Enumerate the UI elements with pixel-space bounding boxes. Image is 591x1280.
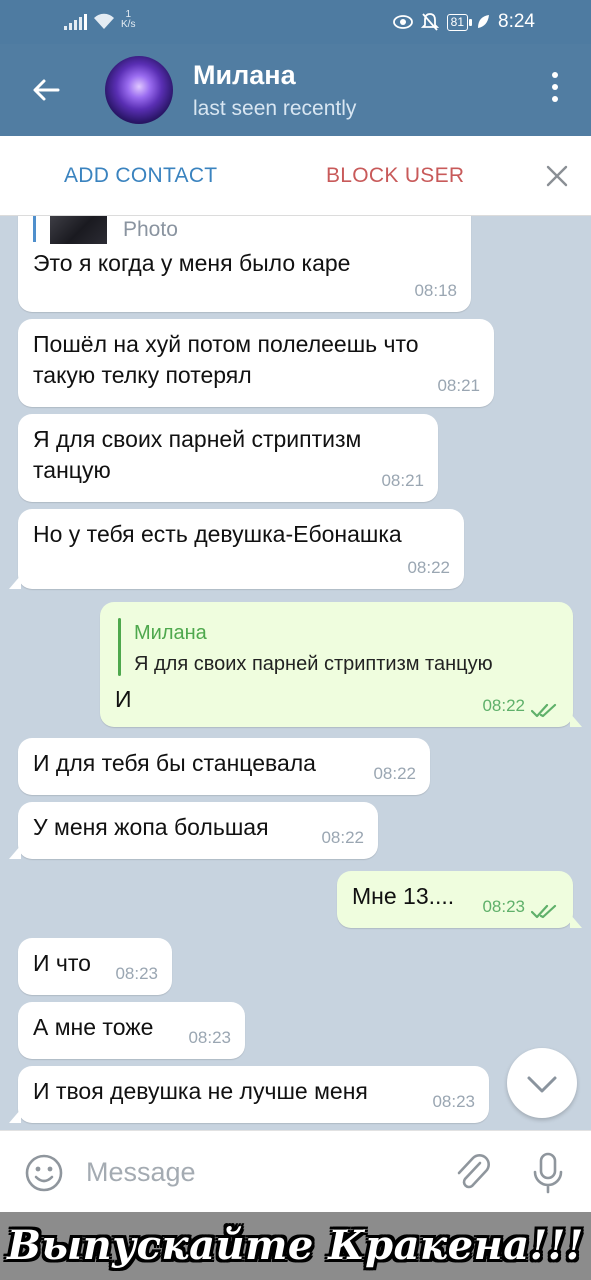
message-text: И bbox=[115, 686, 132, 712]
message-time: 08:21 bbox=[381, 471, 424, 490]
meme-caption: Выпускайте Кракена!!! bbox=[7, 1222, 584, 1269]
signal-icon bbox=[64, 14, 87, 30]
reply-quote-bar bbox=[33, 216, 36, 242]
message-text: И что bbox=[33, 950, 91, 976]
contact-name[interactable]: Милана bbox=[193, 60, 296, 91]
microphone-icon[interactable] bbox=[530, 1151, 566, 1195]
chat-messages[interactable]: Милана Photo Это я когда у меня было кар… bbox=[0, 216, 591, 1130]
message-incoming[interactable]: А мне тоже 08:23 bbox=[18, 1002, 245, 1059]
message-time: 08:22 bbox=[373, 764, 416, 783]
double-check-icon bbox=[531, 904, 557, 919]
paperclip-icon[interactable] bbox=[452, 1151, 492, 1193]
eye-icon bbox=[392, 15, 413, 29]
wifi-icon bbox=[94, 13, 114, 29]
message-text: И твоя девушка не лучше меня bbox=[33, 1078, 368, 1104]
message-time: 08:18 bbox=[414, 281, 457, 300]
arrow-left-icon[interactable] bbox=[30, 74, 62, 106]
message-outgoing[interactable]: Милана Я для своих парней стриптизм танц… bbox=[100, 602, 582, 727]
chevron-down-icon bbox=[527, 1076, 557, 1093]
more-vertical-icon[interactable] bbox=[549, 72, 561, 108]
double-check-icon bbox=[531, 703, 557, 718]
message-line: такую телку потерял bbox=[33, 362, 252, 388]
contact-status: last seen recently bbox=[193, 97, 357, 120]
add-contact-button[interactable]: ADD CONTACT bbox=[64, 164, 217, 188]
message-time: 08:22 bbox=[321, 828, 364, 847]
message-incoming[interactable]: И твоя девушка не лучше меня 08:23 bbox=[9, 1066, 489, 1123]
status-time: 8:24 bbox=[498, 11, 535, 32]
message-time: 08:23 bbox=[432, 1092, 475, 1111]
message-input[interactable] bbox=[86, 1151, 426, 1193]
action-bar: ADD CONTACT BLOCK USER bbox=[0, 136, 591, 216]
message-composer bbox=[0, 1130, 591, 1212]
leaf-icon bbox=[478, 15, 490, 28]
close-icon[interactable] bbox=[545, 164, 569, 188]
message-text: Я для своих парней стриптизм танцую bbox=[33, 424, 361, 486]
message-text: И для тебя бы станцевала bbox=[33, 750, 316, 776]
message-incoming[interactable]: Я для своих парней стриптизм танцую 08:2… bbox=[18, 414, 438, 502]
message-text: Но у тебя есть девушка-Ебонашка bbox=[33, 521, 402, 547]
reply-preview: Photo bbox=[123, 218, 178, 241]
block-user-button[interactable]: BLOCK USER bbox=[326, 164, 464, 188]
message-line: танцую bbox=[33, 457, 111, 483]
message-time: 08:22 bbox=[407, 558, 450, 577]
battery-indicator: 81 bbox=[446, 13, 473, 31]
message-outgoing[interactable]: Мне 13.... 08:23 bbox=[337, 871, 582, 928]
chat-header: Милана last seen recently bbox=[0, 44, 591, 136]
message-text: У меня жопа большая bbox=[33, 814, 269, 840]
status-bar-right: 81 8:24 bbox=[392, 11, 535, 33]
message-time: 08:23 bbox=[115, 964, 158, 983]
message-incoming[interactable]: И что 08:23 bbox=[18, 938, 172, 995]
reply-quote-bar bbox=[118, 618, 121, 676]
smile-icon[interactable] bbox=[24, 1153, 64, 1193]
message-incoming[interactable]: И для тебя бы станцевала 08:22 bbox=[18, 738, 430, 795]
reply-photo-thumbnail bbox=[50, 216, 107, 244]
network-speed: 1 K/s bbox=[121, 9, 136, 30]
message-time: 08:23 bbox=[188, 1028, 231, 1047]
message-line: Пошёл на хуй потом полелеешь что bbox=[33, 331, 419, 357]
message-time: 08:21 bbox=[437, 376, 480, 395]
reply-author: Милана bbox=[134, 622, 207, 644]
message-incoming[interactable]: Милана Photo Это я когда у меня было кар… bbox=[18, 216, 471, 312]
avatar[interactable] bbox=[105, 56, 173, 124]
message-line: Я для своих парней стриптизм bbox=[33, 426, 362, 452]
message-incoming[interactable]: Но у тебя есть девушка-Ебонашка 08:22 bbox=[9, 509, 464, 589]
status-bar: 1 K/s 81 8:24 bbox=[0, 0, 591, 44]
message-text: А мне тоже bbox=[33, 1014, 154, 1040]
message-incoming[interactable]: Пошёл на хуй потом полелеешь что такую т… bbox=[18, 319, 494, 407]
message-incoming[interactable]: У меня жопа большая 08:22 bbox=[9, 802, 378, 859]
message-text: Мне 13.... bbox=[352, 883, 455, 909]
status-bar-left: 1 K/s bbox=[64, 10, 135, 30]
scroll-down-button[interactable] bbox=[507, 1048, 577, 1118]
message-text: Это я когда у меня было каре bbox=[33, 250, 351, 276]
mute-bell-icon bbox=[420, 13, 439, 31]
reply-preview: Я для своих парней стриптизм танцую bbox=[134, 653, 493, 675]
message-time: 08:23 bbox=[482, 897, 525, 916]
message-time: 08:22 bbox=[482, 696, 525, 715]
message-text: Пошёл на хуй потом полелеешь что такую т… bbox=[33, 329, 419, 391]
